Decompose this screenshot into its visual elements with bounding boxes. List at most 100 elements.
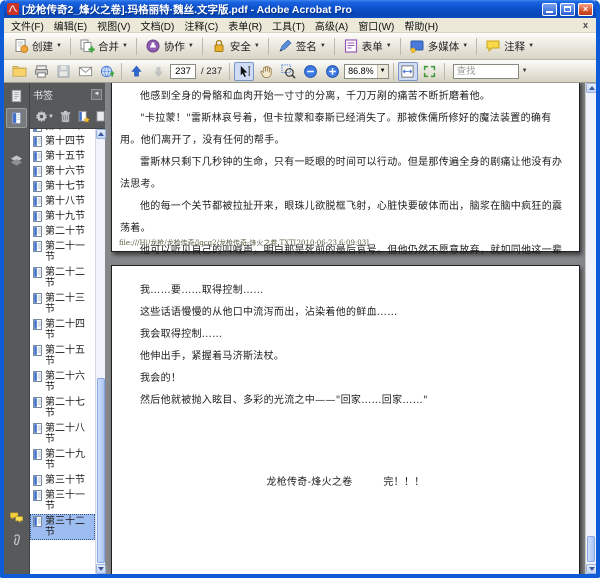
scrollbar-thumb[interactable] [587, 536, 595, 562]
bookmark-item[interactable]: 第二十节 [30, 224, 95, 239]
document-area[interactable]: 他感到全身的骨骼和血肉开始一寸寸的分离，千刀万剐的痛苦不断折磨着他。 "卡拉蒙！"… [105, 83, 596, 574]
bookmark-options-button[interactable]: ▼ [35, 110, 54, 123]
zoom-dropdown-arrow-icon[interactable]: ▼ [376, 64, 388, 78]
menu-item[interactable]: 文件(F) [6, 17, 49, 34]
bookmark-page-icon [33, 293, 42, 304]
minimize-button[interactable] [542, 2, 557, 16]
bookmark-page-icon [33, 267, 42, 278]
next-page-button[interactable] [148, 62, 168, 81]
zoom-marquee-icon [281, 63, 296, 79]
title-bar[interactable]: [龙枪传奇2_烽火之卷].玛格丽特·魏丝.文字版.pdf - Adobe Acr… [4, 0, 596, 18]
save-button[interactable] [53, 62, 73, 81]
fit-width-button[interactable] [397, 61, 418, 81]
previous-page-button[interactable] [126, 62, 146, 81]
find-dropdown-arrow-icon[interactable]: ▼ [519, 68, 531, 74]
menu-item[interactable]: 编辑(E) [49, 17, 92, 34]
bookmark-extra-icon [96, 110, 105, 122]
bookmark-extra-button[interactable] [95, 110, 105, 123]
menu-item[interactable]: 文档(D) [135, 17, 179, 34]
bookmark-item[interactable]: 第二十八节 [30, 421, 95, 447]
forms-button[interactable]: 表单 ▼ [338, 36, 397, 56]
new-bookmark-button[interactable] [77, 110, 90, 123]
select-tool-button[interactable] [234, 61, 255, 81]
scroll-down-button[interactable] [586, 564, 596, 574]
layers-panel-button[interactable] [6, 150, 27, 170]
hand-tool-button[interactable] [256, 62, 276, 81]
bookmark-item[interactable]: 第二十三节 [30, 291, 95, 317]
document-scrollbar[interactable] [585, 83, 596, 574]
sign-button[interactable]: 签名 ▼ [272, 36, 331, 56]
close-button[interactable]: × [578, 2, 593, 16]
collaborate-button[interactable]: 协作 ▼ [140, 36, 199, 56]
collaborate-icon [146, 39, 160, 53]
menu-item[interactable]: 视图(V) [92, 17, 135, 34]
bookmark-page-icon [33, 397, 42, 408]
scroll-up-button[interactable] [586, 83, 596, 93]
bookmark-item[interactable]: 第二十九节 [30, 447, 95, 473]
bookmark-item[interactable]: 第十七节 [30, 179, 95, 194]
page-number-input[interactable] [170, 63, 196, 79]
menu-item[interactable]: 注释(C) [179, 17, 223, 34]
fit-page-button[interactable] [420, 62, 440, 81]
multimedia-button[interactable]: 多媒体 ▼ [404, 36, 473, 56]
menu-item[interactable]: 工具(T) [267, 17, 310, 34]
bookmark-page-icon [33, 211, 42, 222]
bookmarks-panel-button[interactable] [6, 108, 27, 128]
bookmark-item[interactable]: 第十九节 [30, 209, 95, 224]
menu-item[interactable]: 窗口(W) [353, 17, 399, 34]
attachments-panel-button[interactable] [6, 529, 27, 549]
menubar-close-icon[interactable]: x [577, 20, 594, 30]
bookmark-item[interactable]: 第十六节 [30, 164, 95, 179]
comments-panel-button[interactable] [6, 507, 27, 527]
bookmark-item[interactable]: 第二十四节 [30, 317, 95, 343]
menu-item[interactable]: 高级(A) [310, 17, 353, 34]
open-button[interactable] [9, 62, 29, 81]
separator [476, 37, 478, 55]
paragraph: 他的每一个关节都被拉扯开来，眼珠儿欲脱框飞射，心脏快要破体而出，脑浆在脑中疯狂的… [120, 201, 563, 234]
bookmark-item[interactable]: 第十八节 [30, 194, 95, 209]
collapse-panel-icon[interactable]: ◄ [91, 88, 102, 100]
comment-button[interactable]: 注释 ▼ [480, 36, 539, 56]
menu-item[interactable]: 表单(R) [223, 17, 267, 34]
bookmark-item[interactable]: 第二十一节 [30, 239, 95, 265]
bookmark-item[interactable]: 第三十节 [30, 473, 95, 488]
bookmark-item[interactable]: 第二十五节 [30, 343, 95, 369]
maximize-button[interactable] [560, 2, 575, 16]
bookmark-item[interactable]: 第二十六节 [30, 369, 95, 395]
bookmark-item[interactable]: 第三十二节 [30, 514, 95, 540]
separator [267, 37, 269, 55]
find-input[interactable] [452, 63, 519, 79]
zoom-level-control[interactable]: 86.8% ▼ [344, 63, 389, 79]
upload-button[interactable] [97, 62, 117, 81]
zoom-in-button[interactable] [322, 62, 342, 81]
bookmark-page-icon [33, 449, 42, 460]
scrollbar-thumb[interactable] [97, 378, 105, 563]
email-button[interactable] [75, 62, 95, 81]
security-button[interactable]: 安全 ▼ [206, 36, 265, 56]
combine-button[interactable]: 合并 ▼ [74, 36, 133, 56]
bookmark-page-icon [33, 136, 42, 147]
delete-bookmark-button[interactable] [59, 110, 72, 123]
paragraph: 我会取得控制…… [140, 329, 223, 340]
bookmark-page-icon [33, 226, 42, 237]
paragraph: 他感到全身的骨骼和血肉开始一寸寸的分离，千刀万剐的痛苦不断折磨着他。 [140, 91, 491, 102]
zoom-out-button[interactable] [300, 62, 320, 81]
zoom-marquee-button[interactable] [278, 62, 298, 81]
task-toolbar: 创建 ▼ 合并 ▼ 协作 ▼ 安全 ▼ 签名 ▼ 表单 ▼ 多媒体 ▼ 注释 ▼ [4, 33, 596, 60]
task-label: 创建 [32, 40, 53, 53]
bookmark-label: 第三十节 [45, 475, 85, 486]
bookmark-item[interactable]: 第十五节 [30, 149, 95, 164]
pages-panel-button[interactable] [6, 86, 27, 106]
bookmarks-icon [11, 111, 22, 124]
bookmark-label: 第二十六节 [45, 371, 85, 393]
bookmark-label: 第二十一节 [45, 241, 85, 263]
print-button[interactable] [31, 62, 51, 81]
bookmark-item[interactable]: 第十四节 [30, 134, 95, 149]
bookmark-item[interactable]: 第二十七节 [30, 395, 95, 421]
create-button[interactable]: 创建 ▼ [8, 36, 67, 56]
menu-item[interactable]: 帮助(H) [399, 17, 443, 34]
bookmark-item[interactable]: 第三十一节 [30, 488, 95, 514]
bookmark-label: 第十五节 [45, 151, 85, 162]
bookmarks-scrollbar[interactable] [95, 129, 106, 574]
bookmark-item[interactable]: 第二十二节 [30, 265, 95, 291]
